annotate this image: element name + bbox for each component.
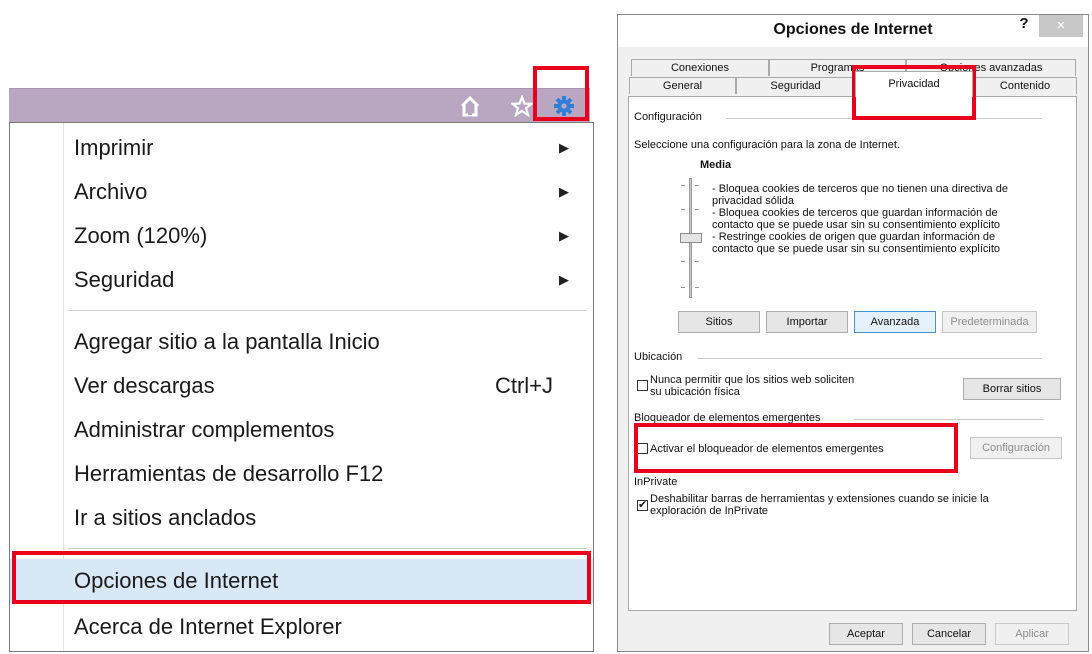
submenu-arrow-icon: ▶ [559, 184, 569, 199]
bloqueador-checkbox-label: Activar el bloqueador de elementos emerg… [650, 443, 884, 455]
menu-item-herramientas-desarrollo[interactable]: Herramientas de desarrollo F12 [10, 452, 593, 496]
inprivate-checkbox-label: Deshabilitar barras de herramientas y ex… [650, 493, 989, 505]
submenu-arrow-icon: ▶ [559, 140, 569, 155]
menu-item-opciones-internet[interactable]: Opciones de Internet [10, 559, 593, 603]
home-icon[interactable] [459, 95, 481, 117]
internet-options-dialog: Opciones de Internet ? × Conexiones Prog… [617, 14, 1089, 652]
menu-item-imprimir[interactable]: Imprimir ▶ [10, 126, 593, 170]
menu-item-archivo[interactable]: Archivo ▶ [10, 170, 593, 214]
privacy-description-line: contacto que se puede usar sin su consen… [712, 219, 1001, 231]
menu-item-label: Opciones de Internet [74, 568, 279, 593]
menu-item-label: Administrar complementos [74, 417, 335, 442]
gear-icon[interactable] [553, 95, 575, 117]
submenu-arrow-icon: ▶ [559, 228, 569, 243]
slider-tick [681, 209, 685, 210]
ubicacion-group-label: Ubicación [634, 351, 683, 363]
menu-item-acerca-de[interactable]: Acerca de Internet Explorer [10, 605, 593, 649]
avanzada-button[interactable]: Avanzada [854, 311, 936, 333]
slider-tick [695, 185, 699, 186]
menu-item-seguridad[interactable]: Seguridad ▶ [10, 258, 593, 302]
menu-item-ver-descargas[interactable]: Ver descargas Ctrl+J [10, 364, 593, 408]
menu-item-label: Archivo [74, 179, 148, 204]
inprivate-checkbox[interactable]: ✔ [637, 500, 648, 511]
bloqueador-configuracion-button: Configuración [970, 437, 1062, 459]
ubicacion-checkbox-label: su ubicación física [650, 386, 740, 398]
bloqueador-group-label: Bloqueador de elementos emergentes [634, 412, 821, 424]
ie-toolbar [9, 88, 590, 123]
inprivate-checkbox-label: exploración de InPrivate [650, 505, 769, 517]
aplicar-button: Aplicar [995, 623, 1069, 645]
inprivate-group-label: InPrivate [634, 476, 678, 488]
importar-button[interactable]: Importar [766, 311, 848, 333]
menu-shortcut: Ctrl+J [494, 373, 553, 398]
configuracion-intro: Seleccione una configuración para la zon… [634, 139, 901, 151]
menu-item-label: Zoom (120%) [74, 223, 208, 248]
menu-item-label: Herramientas de desarrollo F12 [74, 461, 384, 486]
predeterminada-button: Predeterminada [942, 311, 1037, 333]
menu-item-label: Seguridad [74, 267, 175, 292]
menu-item-label: Ir a sitios anclados [74, 505, 257, 530]
tab-privacidad[interactable]: Privacidad [855, 71, 973, 97]
sitios-button[interactable]: Sitios [678, 311, 760, 333]
dialog-titlebar: Opciones de Internet ? × [618, 15, 1088, 47]
borrar-sitios-button[interactable]: Borrar sitios [963, 378, 1061, 400]
privacy-description-line: - Bloquea cookies de terceros que guarda… [712, 207, 998, 219]
slider-tick [681, 185, 685, 186]
ubicacion-checkbox[interactable] [637, 380, 648, 391]
group-divider [697, 358, 1042, 359]
tab-seguridad[interactable]: Seguridad [736, 77, 855, 94]
slider-tick [695, 209, 699, 210]
tab-general[interactable]: General [629, 77, 736, 94]
menu-separator [68, 310, 587, 311]
close-button[interactable]: × [1039, 15, 1083, 37]
privacy-panel: Configuración Seleccione una configuraci… [628, 96, 1077, 611]
privacy-level-name: Media [700, 159, 732, 171]
ubicacion-checkbox-label: Nunca permitir que los sitios web solici… [650, 374, 855, 386]
menu-item-agregar-sitio[interactable]: Agregar sitio a la pantalla Inicio [10, 320, 593, 364]
bloqueador-checkbox[interactable] [637, 443, 648, 454]
menu-item-administrar-complementos[interactable]: Administrar complementos [10, 408, 593, 452]
group-divider [726, 118, 1042, 119]
menu-item-label: Acerca de Internet Explorer [74, 614, 342, 639]
configuracion-group-label: Configuración [634, 111, 702, 123]
menu-separator [68, 548, 587, 549]
menu-item-sitios-anclados[interactable]: Ir a sitios anclados [10, 496, 593, 540]
slider-tick [681, 261, 685, 262]
menu-item-label: Agregar sitio a la pantalla Inicio [74, 329, 380, 354]
tools-menu: Imprimir ▶ Archivo ▶ Zoom (120%) ▶ Segur… [9, 122, 594, 652]
menu-item-label: Ver descargas [74, 373, 215, 398]
privacy-description-line: - Bloquea cookies de terceros que no tie… [712, 183, 1008, 195]
slider-tick [695, 261, 699, 262]
privacy-description-line: privacidad sólida [712, 195, 794, 207]
privacy-description-line: - Restringe cookies de origen que guarda… [712, 231, 996, 243]
submenu-arrow-icon: ▶ [559, 272, 569, 287]
cancelar-button[interactable]: Cancelar [912, 623, 986, 645]
help-button[interactable]: ? [1011, 15, 1037, 37]
privacy-slider-thumb[interactable] [680, 233, 702, 243]
aceptar-button[interactable]: Aceptar [829, 623, 903, 645]
tab-conexiones[interactable]: Conexiones [631, 59, 769, 76]
privacy-description-line: contacto que se puede usar sin su consen… [712, 243, 1001, 255]
star-icon[interactable] [509, 93, 535, 118]
tab-contenido[interactable]: Contenido [973, 77, 1077, 94]
group-divider [854, 419, 1044, 420]
menu-item-label: Imprimir [74, 135, 154, 160]
slider-tick [681, 287, 685, 288]
menu-item-zoom[interactable]: Zoom (120%) ▶ [10, 214, 593, 258]
slider-tick [695, 287, 699, 288]
